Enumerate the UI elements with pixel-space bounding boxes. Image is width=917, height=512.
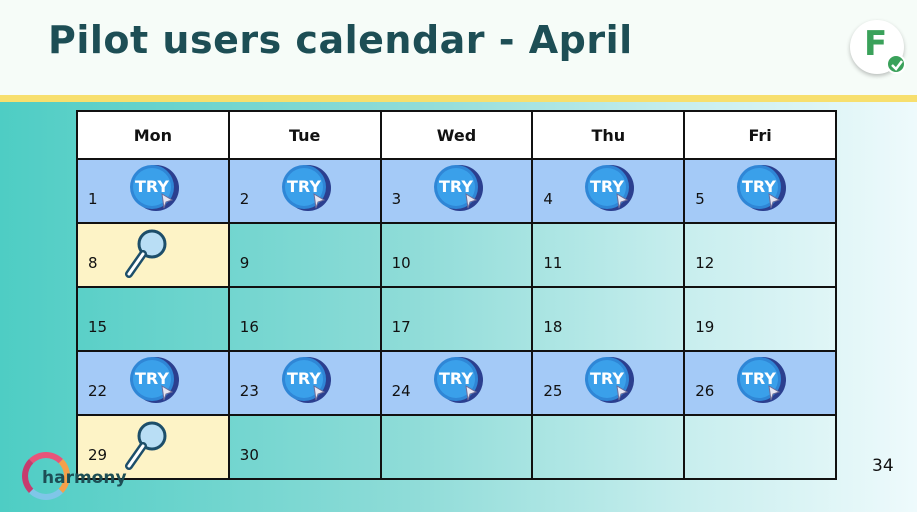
calendar-day-cell[interactable]: 19	[683, 286, 837, 352]
weekday-mon: Mon	[76, 110, 230, 160]
weekday-wed: Wed	[379, 110, 534, 160]
day-number: 23	[239, 382, 259, 400]
f-logo-icon: F	[850, 20, 906, 74]
weekday-tue: Tue	[227, 110, 382, 160]
try-label: TRY	[287, 369, 321, 388]
try-icon: TRY	[126, 354, 182, 406]
calendar-day-cell[interactable]: 9	[227, 222, 382, 288]
calendar-day-cell[interactable]: TRY 24	[379, 350, 534, 416]
try-icon: TRY	[430, 354, 486, 406]
try-label: TRY	[742, 369, 776, 388]
calendar-day-cell[interactable]: 18	[531, 286, 686, 352]
checkmark-icon	[886, 54, 906, 74]
calendar-day-cell[interactable]: TRY 2	[227, 158, 382, 224]
calendar-day-cell[interactable]: 15	[76, 286, 230, 352]
try-label: TRY	[135, 369, 169, 388]
calendar-day-cell[interactable]: TRY 1	[76, 158, 230, 224]
day-number: 25	[543, 382, 563, 400]
calendar-day-cell[interactable]	[379, 414, 534, 480]
day-number: 30	[239, 446, 259, 464]
try-label: TRY	[135, 177, 169, 196]
calendar-day-cell[interactable]: 17	[379, 286, 534, 352]
try-label: TRY	[439, 369, 473, 388]
day-number: 17	[391, 318, 411, 336]
try-label: TRY	[590, 369, 624, 388]
day-number: 12	[695, 254, 715, 272]
day-number: 18	[543, 318, 563, 336]
calendar-day-cell[interactable]	[683, 414, 837, 480]
calendar-week-row: 15 16 17 18 19	[76, 286, 837, 352]
brand-name: harmony	[42, 468, 127, 488]
day-number: 10	[391, 254, 411, 272]
accent-divider	[0, 95, 917, 102]
day-number: 3	[391, 190, 402, 208]
try-icon: TRY	[126, 162, 182, 214]
calendar-day-cell[interactable]: TRY 23	[227, 350, 382, 416]
weekday-fri: Fri	[683, 110, 837, 160]
calendar-day-cell[interactable]: TRY 25	[531, 350, 686, 416]
header-bar: Pilot users calendar - April F	[0, 0, 917, 95]
day-number: 19	[695, 318, 715, 336]
harmony-logo: harmony	[22, 452, 162, 508]
day-number: 5	[695, 190, 705, 208]
calendar-day-cell[interactable]: 10	[379, 222, 534, 288]
calendar-body: TRY 1 TRY 2 TRY 3 TRY 4 TRY 5 8 9 10 11 12 15 16 17 18 19 TR…	[76, 158, 837, 480]
calendar-day-cell[interactable]: TRY 3	[379, 158, 534, 224]
calendar-week-row: 29 30	[76, 414, 837, 480]
calendar-day-cell[interactable]: 8	[76, 222, 230, 288]
day-number: 15	[88, 318, 108, 336]
calendar-day-cell[interactable]	[531, 414, 686, 480]
day-number: 11	[543, 254, 563, 272]
calendar-grid: Mon Tue Wed Thu Fri TRY 1 TRY 2 TRY 3 TRY 4 TRY 5 8 9 10…	[76, 110, 837, 480]
calendar-week-row: 8 9 10 11 12	[76, 222, 837, 288]
page-title: Pilot users calendar - April	[48, 18, 633, 62]
calendar-week-row: TRY 22 TRY 23 TRY 24 TRY 25 TRY 26	[76, 350, 837, 416]
try-icon: TRY	[733, 354, 789, 406]
day-number: 26	[695, 382, 715, 400]
magnifier-icon	[122, 228, 170, 282]
calendar-day-cell[interactable]: TRY 4	[531, 158, 686, 224]
calendar-week-row: TRY 1 TRY 2 TRY 3 TRY 4 TRY 5	[76, 158, 837, 224]
try-icon: TRY	[278, 162, 334, 214]
calendar-day-cell[interactable]: TRY 22	[76, 350, 230, 416]
try-icon: TRY	[430, 162, 486, 214]
calendar-day-cell[interactable]: 30	[227, 414, 382, 480]
weekday-header-row: Mon Tue Wed Thu Fri	[76, 110, 837, 160]
try-label: TRY	[287, 177, 321, 196]
calendar-day-cell[interactable]: 12	[683, 222, 837, 288]
day-number: 9	[239, 254, 250, 272]
logo-letter: F	[864, 24, 888, 64]
calendar-day-cell[interactable]: TRY 26	[683, 350, 837, 416]
calendar-day-cell[interactable]: 11	[531, 222, 686, 288]
day-number: 1	[88, 190, 98, 208]
day-number: 4	[543, 190, 553, 208]
day-number: 24	[391, 382, 411, 400]
weekday-thu: Thu	[531, 110, 686, 160]
try-label: TRY	[742, 177, 776, 196]
try-label: TRY	[590, 177, 624, 196]
try-icon: TRY	[581, 162, 637, 214]
day-number: 16	[239, 318, 259, 336]
calendar-day-cell[interactable]: TRY 5	[683, 158, 837, 224]
page-number: 34	[872, 456, 894, 476]
day-number: 2	[239, 190, 250, 208]
try-icon: TRY	[581, 354, 637, 406]
try-icon: TRY	[278, 354, 334, 406]
try-icon: TRY	[733, 162, 789, 214]
day-number: 8	[88, 254, 98, 272]
try-label: TRY	[439, 177, 473, 196]
day-number: 22	[88, 382, 108, 400]
calendar-day-cell[interactable]: 16	[227, 286, 382, 352]
